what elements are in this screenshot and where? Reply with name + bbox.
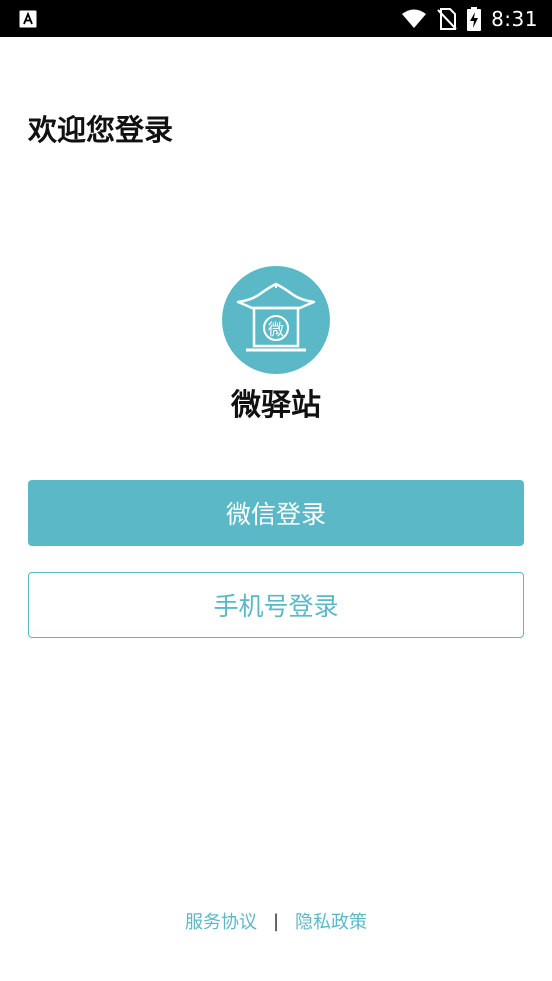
app-notification-icon	[19, 10, 37, 28]
wechat-login-button[interactable]: 微信登录	[28, 480, 524, 546]
no-sim-icon	[437, 7, 457, 30]
phone-login-button[interactable]: 手机号登录	[28, 572, 524, 638]
terms-of-service-link[interactable]: 服务协议	[185, 908, 257, 934]
wifi-icon	[402, 9, 427, 28]
footer-links: 服务协议 | 隐私政策	[0, 906, 552, 936]
logo-char: 微	[268, 320, 284, 339]
status-time: 8:31	[491, 6, 538, 31]
app-name: 微驿站	[231, 388, 321, 423]
status-bar: 8:31	[0, 0, 552, 37]
battery-charging-icon	[467, 6, 482, 31]
app-logo: 微	[222, 266, 330, 374]
page-title: 欢迎您登录	[28, 113, 174, 147]
privacy-policy-link[interactable]: 隐私政策	[295, 908, 367, 934]
footer-separator: |	[272, 910, 280, 932]
status-icons: 8:31	[401, 0, 538, 37]
